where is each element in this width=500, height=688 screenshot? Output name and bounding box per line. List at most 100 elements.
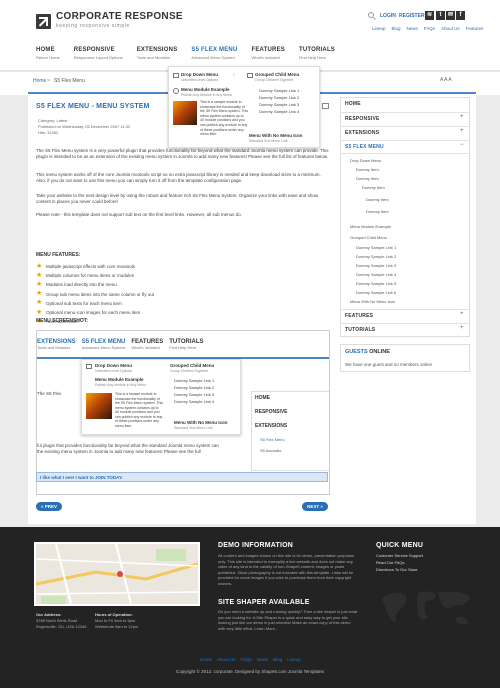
expand-icon[interactable]: + — [460, 311, 496, 317]
module-text: This is a sample module to showcase the … — [200, 100, 248, 137]
quick-link[interactable]: Customer Service Support — [376, 553, 423, 559]
sidebar-sub-item[interactable]: Dummy Item — [366, 197, 389, 202]
expand-icon[interactable]: + — [460, 114, 496, 120]
sidebar-sub-item[interactable]: Menu With No Menu Icon — [350, 299, 395, 304]
sidebar-item-tutorials[interactable]: TUTORIALS — [345, 327, 467, 333]
article-title: S5 FLEX MENU - MENU SYSTEM — [36, 103, 150, 110]
shot-nav-item: EXTENSIONS Tools and Modules — [37, 339, 76, 350]
dropdown-item[interactable]: Menu With No Menu Icon — [249, 133, 302, 138]
logo-icon[interactable] — [36, 14, 51, 29]
nav-extensions[interactable]: EXTENSIONS Tools and Modules — [137, 47, 184, 63]
divider — [340, 112, 470, 113]
main-nav: HOME Return Home RESPONSIVE Responsive Lay… — [36, 47, 349, 63]
footer-link-faqs[interactable]: FAQs — [241, 657, 252, 662]
next-button[interactable]: NEXT » — [302, 502, 328, 511]
footer-link-lineup[interactable]: Lineup — [287, 657, 301, 662]
hours-label: Hours of Operation: — [95, 612, 133, 617]
guests-text: We have one guest and no members online — [345, 362, 432, 367]
module-thumbnail — [173, 101, 197, 125]
shot-text: ful plugin that provides functionality f… — [37, 443, 219, 448]
brand-tagline: keeping responsive simple — [56, 23, 130, 29]
top-link-faqs[interactable]: FAQs — [424, 26, 435, 31]
flex-menu-dropdown: Drop Down Menu Unlimited Level Options ›… — [168, 66, 320, 148]
sidebar-sub-item[interactable]: Dummy Sample Link 4 — [356, 272, 396, 277]
dropdown-link[interactable]: Dummy Sample Link 4 — [259, 109, 299, 115]
sidebar-item-extensions[interactable]: EXTENSIONS — [345, 130, 467, 136]
top-link-lineup[interactable]: Lineup — [372, 26, 386, 31]
brand-title[interactable]: CORPORATE RESPONSE — [56, 11, 183, 22]
sidebar-sub-item[interactable]: Dummy Sample Link 6 — [356, 290, 396, 295]
join-text[interactable]: I like what I see! I want to JOIN TODAY. — [40, 475, 123, 480]
expand-icon[interactable]: + — [460, 128, 496, 134]
breadcrumb-home[interactable]: Home — [33, 78, 46, 84]
top-link-features[interactable]: Features — [466, 26, 484, 31]
font-size-controls[interactable]: A A A — [440, 77, 452, 83]
sidebar-item-home[interactable]: HOME — [345, 101, 467, 107]
quick-link[interactable]: Directions To Our Store — [376, 567, 418, 573]
list-item: ★ Modules load directly into the menu — [36, 280, 117, 288]
top-link-news[interactable]: News — [407, 26, 418, 31]
expand-icon[interactable]: + — [460, 325, 496, 331]
sidebar-sub-item[interactable]: Dummy Sample Link 1 — [356, 245, 396, 250]
twitter-icon[interactable]: t — [436, 11, 445, 20]
shot-nav-item: FEATURES What's Included — [131, 339, 164, 350]
prev-button[interactable]: « PREV — [36, 502, 62, 511]
footer-link-about[interactable]: About Us — [217, 657, 236, 662]
article-paragraph: Please note - this template does not sup… — [36, 212, 242, 217]
print-icon[interactable] — [322, 103, 329, 109]
rss-icon[interactable]: ≋ — [425, 11, 434, 20]
article-paragraph: Take your website to the next design lev… — [36, 193, 319, 204]
hours-text: Mon to Fri 9am to 5pm Weekends 9am to 12… — [95, 618, 139, 629]
sidebar-item-s5-flex-menu[interactable]: S5 FLEX MENU — [345, 144, 467, 150]
dropdown-link[interactable]: Dummy Sample Link 1 — [259, 88, 299, 94]
shot-dropdown: Drop Down Menu Unlimited Level Options M… — [81, 359, 241, 435]
menu-screenshot: EXTENSIONS Tools and Modules S5 FLEX MENU… — [36, 330, 330, 495]
register-link[interactable]: REGISTER — [399, 13, 425, 19]
nav-tutorials[interactable]: TUTORIALS Find Help Here — [299, 47, 341, 63]
email-share-icon[interactable]: ✉ — [446, 11, 455, 20]
dropdown-item[interactable]: Grouped Child Menu — [255, 72, 299, 77]
sidebar-sub-item[interactable]: Dummy Sample Link 5 — [356, 281, 396, 286]
location-map[interactable] — [34, 542, 200, 606]
sidebar-item-responsive[interactable]: RESPONSIVE — [345, 116, 467, 122]
article-paragraph: The S5 Flex Menu system is a very powerf… — [36, 148, 329, 159]
top-link-about[interactable]: About Us — [441, 26, 460, 31]
dropdown-item[interactable]: Menu Module Example — [181, 87, 230, 92]
star-icon: ★ — [36, 262, 43, 270]
dropdown-item[interactable]: Drop Down Menu — [181, 72, 218, 77]
collapse-icon[interactable]: − — [460, 142, 496, 148]
article-paragraph: This menu system works off of the core J… — [36, 172, 321, 183]
nav-features[interactable]: FEATURES What's Included — [251, 47, 291, 63]
sidebar-sub-item[interactable]: Dummy Item — [362, 185, 385, 190]
features-list: ★ Multiple javascript effects with core m… — [36, 262, 286, 326]
footer-link-blog[interactable]: Blog — [273, 657, 282, 662]
features-heading: MENU FEATURES: — [36, 252, 81, 258]
sidebar-sub-item[interactable]: Dummy Item — [356, 176, 379, 181]
dropdown-link[interactable]: Dummy Sample Link 3 — [259, 102, 299, 108]
nav-responsive[interactable]: RESPONSIVE Responsive Layout Options — [74, 47, 129, 63]
sidebar-sub-item[interactable]: Menu Module Example — [350, 224, 391, 229]
top-link-blog[interactable]: Blog — [392, 26, 401, 31]
facebook-icon[interactable]: f — [456, 11, 465, 20]
demo-info-text: All content and images shown on this sit… — [218, 553, 355, 586]
sidebar-item-features[interactable]: FEATURES — [345, 313, 467, 319]
sidebar-sub-item[interactable]: Grouped Child Menu — [350, 235, 387, 240]
sidebar-sub-item[interactable]: Dummy Item — [356, 167, 379, 172]
footer-link-news[interactable]: News — [257, 657, 268, 662]
list-item: ★ Optional sub texts for each menu item — [36, 299, 122, 307]
sidebar-sub-item[interactable]: Dummy Sample Link 2 — [356, 254, 396, 259]
star-icon: ★ — [36, 280, 43, 288]
sidebar-sub-item[interactable]: Dummy Sample Link 3 — [356, 263, 396, 268]
copyright: Copyright © 2012. corporate. Designed by… — [176, 669, 325, 674]
list-item: ★ Multiple columns for menu items or modu… — [36, 271, 135, 279]
sidebar-sub-item[interactable]: Drop Down Menu — [350, 158, 381, 163]
nav-s5-flex-menu[interactable]: S5 FLEX MENU Advanced Menu System — [191, 47, 243, 63]
list-item: ★ Multiple javascript effects with core m… — [36, 262, 135, 270]
site-shaper-text: Do you need a website up and running qui… — [218, 609, 358, 631]
dropdown-link[interactable]: Dummy Sample Link 2 — [259, 95, 299, 101]
sidebar-sub-item[interactable]: Dummy Item — [366, 209, 389, 214]
nav-home[interactable]: HOME Return Home — [36, 47, 66, 63]
search-icon[interactable] — [368, 12, 374, 18]
quick-link[interactable]: Read Our FAQs — [376, 560, 404, 566]
footer-link-home[interactable]: Home — [200, 657, 212, 662]
